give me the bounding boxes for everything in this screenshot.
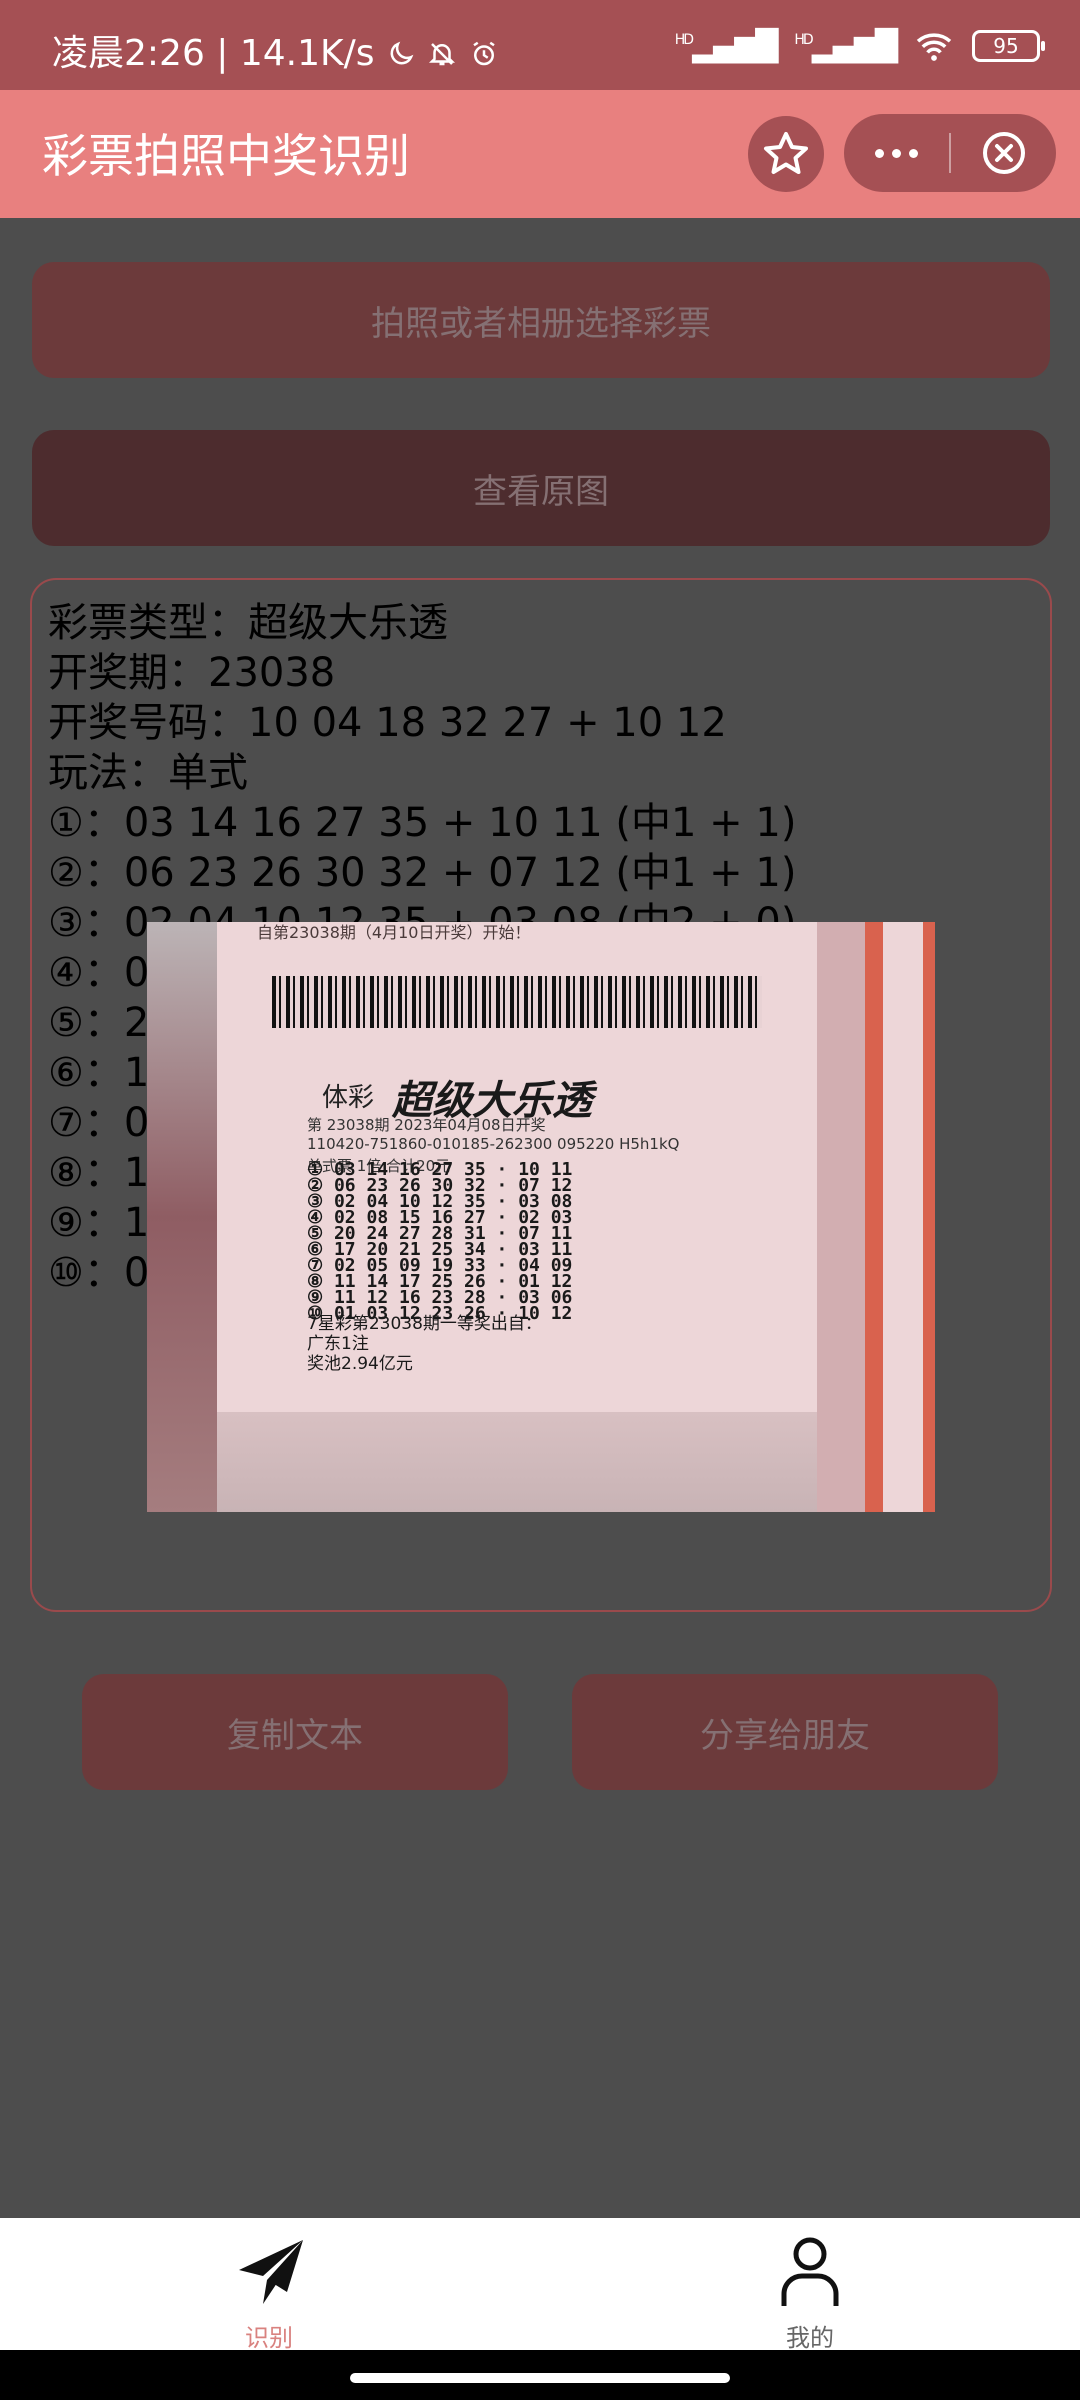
favorite-button[interactable] [748,116,824,192]
result-line: 开奖号码：10 04 18 32 27 + 10 12 [48,700,727,746]
ticket-footer: 7星彩第23038期一等奖出自： 广东1注 奖池2.94亿元 [307,1314,542,1374]
page-title: 彩票拍照中奖识别 [42,129,410,183]
miniprogram-capsule [844,114,1056,192]
tab-mine[interactable]: 我的 [710,2236,910,2353]
home-indicator[interactable] [350,2373,730,2383]
alarm-icon [473,41,495,66]
paper-plane-icon [239,2240,303,2304]
tab-recognize[interactable]: 识别 [169,2236,369,2353]
star-icon [764,132,808,174]
signal-icon: HD▂▄▆█ [794,28,898,64]
select-ticket-button[interactable]: 拍照或者相册选择彩票 [32,262,1050,378]
status-bar: 凌晨2:26 | 14.1K/s HD▂▄▆█ HD▂▄▆█ 95 [0,0,1080,90]
view-original-button[interactable]: 查看原图 [32,430,1050,546]
wifi-icon [916,33,952,61]
signal-icon: HD▂▄▆█ [674,28,779,64]
result-line: 彩票类型：超级大乐透 [48,600,448,646]
moon-icon [390,41,414,65]
ticket-blur [217,1412,817,1512]
battery-icon: 95 [972,30,1045,62]
copy-text-button[interactable]: 复制文本 [82,1674,508,1790]
result-line: 玩法：单式 [48,750,248,796]
result-line: ②：06 23 26 30 32 + 07 12 (中1 + 1) [48,850,797,896]
photo-background [147,922,217,1512]
ticket-brand: 体彩 [322,1083,375,1113]
ticket-barcode [272,976,762,1028]
lottery-ticket: 自第23038期（4月10日开奖）开始！ 体彩 超级大乐透 第 23038期 2… [217,922,817,1512]
ticket-number-rows: ① 03 14 16 27 35 · 10 11 ② 06 23 26 30 3… [307,1161,572,1323]
share-button[interactable]: 分享给朋友 [572,1674,998,1790]
more-button[interactable] [844,114,949,192]
bell-muted-icon [429,43,456,66]
more-icon [875,148,918,158]
ticket-photo[interactable]: 自第23038期（4月10日开奖）开始！ 体彩 超级大乐透 第 23038期 2… [147,922,935,1512]
tab-label: 识别 [245,2324,293,2352]
result-line: 开奖期：23038 [48,650,336,696]
tab-label: 我的 [786,2324,834,2352]
close-button[interactable] [951,114,1056,192]
ticket-strip [865,922,935,1512]
status-time: 凌晨2:26 | 14.1K/s [52,24,499,76]
result-line: ①：03 14 16 27 35 + 10 11 (中1 + 1) [48,800,797,846]
close-icon [982,132,1025,174]
ticket-header: 自第23038期（4月10日开奖）开始！ [257,923,531,942]
user-icon [781,2237,839,2306]
